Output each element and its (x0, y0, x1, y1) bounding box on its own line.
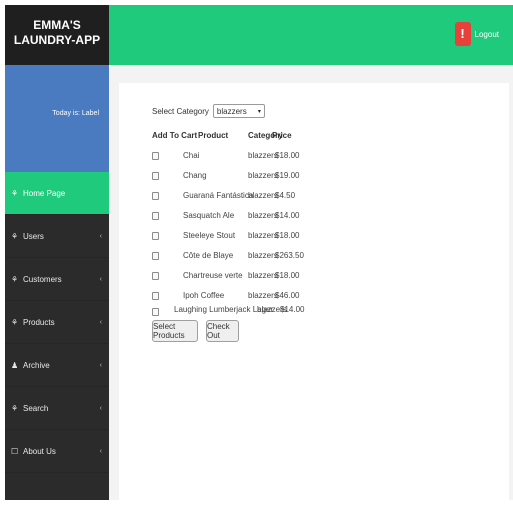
app-brand: EMMA'S LAUNDRY-APP (5, 5, 109, 65)
add-to-cart-checkbox[interactable] (152, 232, 159, 240)
column-header-price: Price (272, 131, 292, 140)
chevron-left-icon: ‹ (99, 361, 102, 369)
chevron-left-icon: ‹ (99, 318, 102, 326)
product-name: Steeleye Stout (183, 231, 236, 240)
column-header-add-to-cart: Add To Cart (152, 131, 198, 140)
chevron-left-icon: ‹ (99, 447, 102, 455)
sidebar-item-home-page[interactable]: ⚘ Home Page (5, 172, 109, 215)
product-price: $14.00 (280, 305, 305, 314)
product-name: Guaraná Fantástica (183, 191, 254, 200)
product-name: Ipoh Coffee (183, 291, 225, 300)
product-name: Sasquatch Ale (183, 211, 235, 220)
product-category: blazzers (248, 211, 278, 220)
sidebar-item-label: Products (23, 317, 55, 327)
sidebar: EMMA'S LAUNDRY-APP Today is: Label ⚘ Hom… (5, 5, 109, 500)
select-products-button[interactable]: Select Products (152, 320, 198, 342)
sidebar-item-label: Search (23, 403, 49, 413)
add-to-cart-checkbox[interactable] (152, 252, 159, 260)
sidebar-item-archive[interactable]: ♟ Archive ‹ (5, 344, 109, 387)
product-price: $19.00 (275, 171, 300, 180)
product-price: $4.50 (275, 191, 296, 200)
sidebar-nav: ⚘ Home Page ⚘ Users ‹ ⚘ Customers ‹ ⚘ Pr… (5, 172, 109, 473)
brand-line-1: EMMA'S (33, 18, 81, 32)
add-to-cart-checkbox[interactable] (152, 308, 159, 316)
product-price: $46.00 (275, 291, 300, 300)
product-category: blazzers (248, 291, 278, 300)
category-select-value: blazzers (216, 106, 247, 116)
sidebar-item-label: Customers (23, 274, 62, 284)
product-price: $18.00 (275, 151, 300, 160)
sidebar-item-label: About Us (23, 446, 56, 456)
sidebar-item-label: Users (23, 231, 44, 241)
product-price: $14.00 (275, 211, 300, 220)
product-category: blazzers (248, 171, 278, 180)
sidebar-item-products[interactable]: ⚘ Products ‹ (5, 301, 109, 344)
chevron-left-icon: ‹ (99, 275, 102, 283)
users-icon: ♟ (11, 360, 19, 370)
sidebar-item-about-us[interactable]: ☐ About Us ‹ (5, 430, 109, 473)
add-to-cart-checkbox[interactable] (152, 212, 159, 220)
logout-button[interactable]: ! Logout (454, 22, 499, 46)
product-name: Chang (183, 171, 207, 180)
product-category: blazzers (248, 251, 278, 260)
product-name: Côte de Blaye (183, 251, 234, 260)
add-to-cart-checkbox[interactable] (152, 272, 159, 280)
product-category: blazzers (248, 151, 278, 160)
check-out-button[interactable]: Check Out (206, 320, 239, 342)
product-price: $263.50 (275, 251, 304, 260)
user-panel: Today is: Label (5, 65, 109, 172)
product-name: Chai (183, 151, 200, 160)
sidebar-item-label: Archive (23, 360, 50, 370)
sidebar-item-search[interactable]: ⚘ Search ‹ (5, 387, 109, 430)
product-category: blazzers (248, 191, 278, 200)
sidebar-item-label: Home Page (23, 188, 66, 198)
alert-icon: ! (454, 22, 471, 46)
product-price: $18.00 (275, 231, 300, 240)
today-label: Today is: Label (52, 110, 99, 117)
top-bar: ! Logout (109, 5, 513, 65)
brand-line-2: LAUNDRY-APP (13, 33, 101, 47)
product-category: blazzers (248, 271, 278, 280)
add-to-cart-checkbox[interactable] (152, 192, 159, 200)
product-price: $18.00 (275, 271, 300, 280)
column-header-product: Product (198, 131, 229, 140)
logout-label: Logout (474, 29, 499, 39)
leaf-icon: ⚘ (11, 274, 19, 284)
products-panel (119, 83, 509, 500)
chevron-left-icon: ‹ (99, 232, 102, 240)
category-select[interactable]: blazzers ▾ (212, 104, 265, 118)
leaf-icon: ⚘ (11, 317, 19, 327)
leaf-icon: ⚘ (11, 403, 19, 413)
leaf-icon: ⚘ (11, 231, 19, 241)
chevron-left-icon: ‹ (99, 404, 102, 412)
product-category: blazzers (248, 231, 278, 240)
product-name: Chartreuse verte (183, 271, 243, 280)
square-icon: ☐ (11, 446, 19, 456)
add-to-cart-checkbox[interactable] (152, 152, 159, 160)
add-to-cart-checkbox[interactable] (152, 292, 159, 300)
sidebar-item-customers[interactable]: ⚘ Customers ‹ (5, 258, 109, 301)
leaf-icon: ⚘ (11, 188, 19, 198)
add-to-cart-checkbox[interactable] (152, 172, 159, 180)
caret-down-icon: ▾ (257, 108, 261, 115)
category-filter: Select Category blazzers ▾ (152, 104, 265, 118)
category-filter-label: Select Category (152, 106, 209, 116)
sidebar-item-users[interactable]: ⚘ Users ‹ (5, 215, 109, 258)
